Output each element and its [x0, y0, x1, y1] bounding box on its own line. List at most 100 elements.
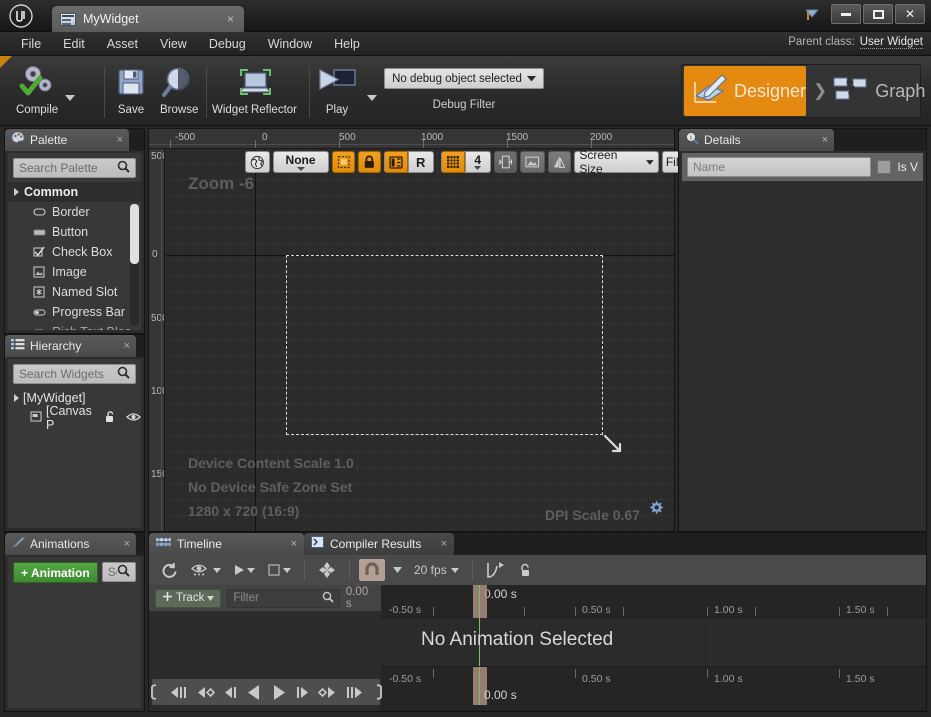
step-back-button[interactable]	[224, 685, 238, 700]
rotation-reset-button[interactable]: R	[408, 151, 434, 173]
viewport-canvas[interactable]: Zoom -6 Device Content Scale 1.0 No Devi…	[166, 150, 674, 531]
keyframe-button[interactable]	[314, 559, 340, 581]
selection-outline-toggle[interactable]	[332, 151, 356, 173]
palette-category-common[interactable]: Common	[8, 182, 141, 202]
unlock-icon[interactable]	[105, 411, 116, 426]
tab-compiler-results-close-icon[interactable]: ×	[441, 538, 447, 550]
lock-playback-button[interactable]	[514, 559, 536, 581]
menu-help[interactable]: Help	[323, 34, 371, 54]
play-reverse-button[interactable]	[247, 684, 262, 701]
grid-snap-toggle[interactable]	[441, 151, 465, 173]
hierarchy-child-row[interactable]: [Canvas P	[8, 408, 141, 428]
document-tab-mywidget[interactable]: MyWidget ×	[52, 6, 244, 32]
resolution-preset-combo[interactable]: None	[273, 151, 329, 173]
mode-graph-button[interactable]: Graph	[832, 75, 925, 108]
resize-to-content-button[interactable]	[494, 151, 518, 173]
palette-scrollbar[interactable]	[130, 204, 139, 326]
animations-search-input[interactable]: Sea	[102, 562, 136, 582]
gear-icon[interactable]	[648, 500, 664, 521]
compile-button[interactable]: Compile	[10, 60, 64, 116]
grid-size-combo[interactable]: 4	[465, 151, 491, 173]
step-forward-button[interactable]	[295, 685, 309, 700]
palette-scrollbar-thumb[interactable]	[130, 204, 139, 264]
chevron-right-icon[interactable]	[14, 394, 19, 402]
image-preview-button[interactable]	[520, 151, 545, 173]
jump-to-end-button[interactable]	[372, 684, 384, 700]
widget-reflector-button[interactable]: Widget Reflector	[206, 60, 303, 116]
hierarchy-search-input[interactable]: Search Widgets	[13, 364, 136, 384]
debug-object-combo[interactable]: No debug object selected	[384, 68, 544, 89]
menu-asset[interactable]: Asset	[96, 34, 149, 54]
compile-dropdown-arrow-icon[interactable]	[64, 92, 76, 104]
palette-tab-close-icon[interactable]: ×	[107, 134, 123, 146]
maximize-button[interactable]	[863, 4, 893, 24]
palette-item-image[interactable]: Image	[8, 262, 141, 282]
timeline-ruler-bottom[interactable]: -0.50 s 0.50 s 1.00 s 1.50 s 2.00 s 0.00…	[381, 666, 926, 711]
snap-toggle-button[interactable]	[359, 559, 385, 581]
lock-toggle[interactable]	[358, 151, 381, 173]
play-dropdown-arrow-icon[interactable]	[366, 92, 378, 104]
palette-item-progress-bar[interactable]: Progress Bar	[8, 302, 141, 322]
step-forward-frames-button[interactable]	[345, 685, 363, 700]
tab-timeline-close-icon[interactable]: ×	[291, 538, 297, 550]
hierarchy-tab-title: Hierarchy	[30, 339, 81, 353]
menu-window[interactable]: Window	[257, 34, 323, 54]
palette-search-input[interactable]: Search Palette	[13, 158, 136, 178]
canvas-resize-handle[interactable]	[602, 433, 624, 460]
animations-tab[interactable]: Animations ×	[5, 533, 136, 555]
is-variable-checkbox[interactable]	[877, 160, 891, 174]
eye-icon[interactable]	[126, 411, 141, 425]
minimize-button[interactable]	[831, 4, 861, 24]
save-button[interactable]: Save	[108, 60, 154, 116]
menu-view[interactable]: View	[149, 34, 198, 54]
palette-item-border[interactable]: Border	[8, 202, 141, 222]
tab-compiler-results[interactable]: Compiler Results ×	[304, 533, 454, 555]
mirror-button[interactable]	[548, 151, 572, 173]
mode-designer-button[interactable]: Designer	[684, 66, 806, 116]
next-key-button[interactable]	[318, 685, 336, 700]
parent-class-value[interactable]: User Widget	[860, 36, 923, 49]
palette-item-rich-text-block[interactable]: Rich Text Bloc	[8, 322, 141, 330]
play-forward-button[interactable]	[271, 684, 286, 701]
document-tab-close-icon[interactable]: ×	[225, 12, 236, 26]
curve-editor-button[interactable]	[482, 559, 510, 581]
designer-viewport[interactable]: -500 0 500 1000 1500 2000 500 0 500 1000…	[148, 128, 675, 532]
menu-edit[interactable]: Edit	[52, 34, 96, 54]
title-bar-badge-icon[interactable]	[803, 6, 821, 26]
add-animation-button[interactable]: + Animation	[13, 562, 98, 583]
playhead-handle-top[interactable]	[473, 585, 487, 618]
selected-canvas-outline[interactable]	[286, 255, 603, 435]
timeline-track-area[interactable]: 0.00 s -0.50 s 0.50 s 1.00 s 1.50 s 2.00…	[381, 585, 926, 711]
palette-item-check-box[interactable]: Check Box	[8, 242, 141, 262]
snap-options-dropdown[interactable]	[389, 559, 406, 581]
hierarchy-tab[interactable]: Hierarchy ×	[5, 335, 136, 357]
playback-options-button[interactable]	[229, 559, 259, 581]
widget-name-input[interactable]: Name	[687, 157, 871, 177]
details-tab-close-icon[interactable]: ×	[812, 134, 828, 146]
previous-key-button[interactable]	[197, 685, 215, 700]
add-track-button[interactable]: Track	[155, 589, 221, 608]
jump-to-start-button[interactable]	[149, 684, 161, 700]
timeline-ruler-top[interactable]: 0.00 s -0.50 s 0.50 s 1.00 s 1.50 s 2.00…	[381, 585, 926, 618]
palette-item-named-slot[interactable]: Named Slot	[8, 282, 141, 302]
fps-combo[interactable]: 20 fps	[410, 559, 463, 581]
globe-icon-button[interactable]	[245, 151, 270, 173]
menu-debug[interactable]: Debug	[198, 34, 257, 54]
visibility-options-button[interactable]	[187, 559, 225, 581]
track-filter-input[interactable]: Filter	[227, 589, 340, 608]
close-button[interactable]: ✕	[895, 4, 925, 24]
screen-size-combo[interactable]: Screen Size	[574, 151, 658, 173]
hierarchy-tab-close-icon[interactable]: ×	[114, 340, 130, 352]
revert-button[interactable]	[157, 559, 183, 581]
palette-tab[interactable]: Palette ×	[5, 129, 129, 151]
play-button[interactable]: Play	[308, 60, 366, 116]
browse-button[interactable]: Browse	[154, 60, 204, 116]
menu-file[interactable]: File	[10, 34, 52, 54]
step-back-frames-button[interactable]	[170, 685, 188, 700]
animations-tab-close-icon[interactable]: ×	[114, 538, 130, 550]
fill-layout-toggle[interactable]	[384, 151, 408, 173]
select-edit-button[interactable]	[263, 559, 295, 581]
tab-timeline[interactable]: Timeline ×	[149, 533, 304, 555]
palette-item-button[interactable]: Button	[8, 222, 141, 242]
details-tab[interactable]: i Details ×	[679, 129, 834, 151]
